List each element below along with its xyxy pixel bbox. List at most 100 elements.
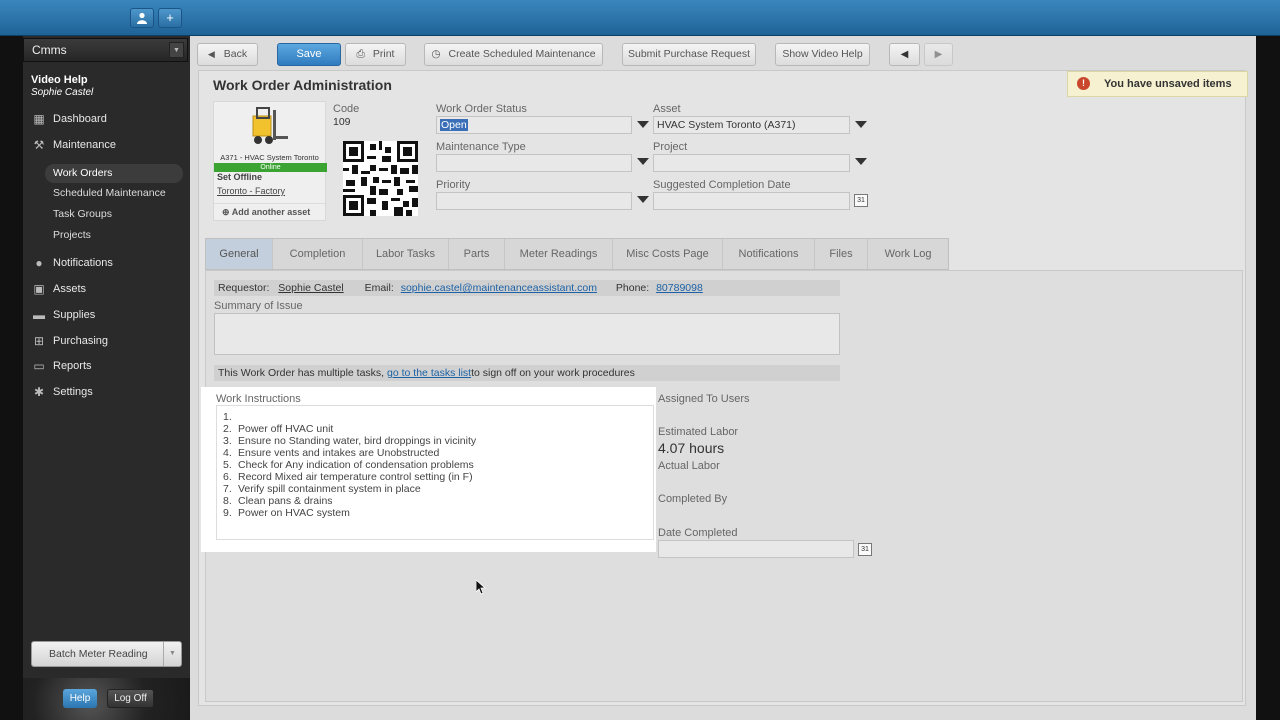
chevron-down-icon[interactable] [637, 121, 649, 128]
tab-meter-readings[interactable]: Meter Readings [505, 239, 613, 269]
priority-select[interactable] [436, 192, 632, 210]
arrow-left-icon: ◀ [207, 49, 215, 59]
list-item: 5. Check for Any indication of condensati… [223, 459, 474, 471]
tab-work-log[interactable]: Work Log [868, 239, 948, 269]
list-item: 3. Ensure no Standing water, bird droppin… [223, 435, 477, 447]
add-asset-button[interactable]: ⊕ Add another asset [214, 203, 325, 220]
project-select[interactable] [653, 154, 850, 172]
list-item: 7. Verify spill containment system in pla… [223, 483, 421, 495]
tab-notifications[interactable]: Notifications [723, 239, 815, 269]
sidebar-item-label: Reports [53, 360, 92, 372]
sidebar-item-notifications[interactable]: ● Notifications [23, 252, 190, 274]
app-select[interactable]: Cmms ▼ [23, 38, 188, 62]
code-value: 109 [333, 116, 351, 128]
assigned-users-label: Assigned To Users [658, 393, 750, 405]
save-button[interactable]: Save [277, 43, 341, 66]
set-offline-link[interactable]: Set Offline [217, 172, 262, 182]
log-off-button[interactable]: Log Off [107, 689, 154, 708]
truck-icon: ▬ [33, 308, 45, 322]
sidebar-sub-scheduled-maintenance[interactable]: Scheduled Maintenance [45, 184, 183, 203]
wrench-icon: ⚒ [33, 138, 45, 152]
home-icon: ▦ [33, 112, 45, 126]
back-button[interactable]: ◀ Back [197, 43, 258, 66]
sidebar-item-settings[interactable]: ✱ Settings [23, 381, 190, 403]
sidebar-item-assets[interactable]: ▣ Assets [23, 278, 190, 300]
create-sched-label: Create Scheduled Maintenance [448, 48, 596, 60]
add-icon[interactable]: + [158, 8, 182, 28]
help-button[interactable]: Help [63, 689, 97, 708]
mouse-cursor-icon [476, 580, 486, 595]
back-label: Back [223, 48, 248, 60]
batch-meter-label: Batch Meter Reading [49, 648, 148, 660]
maintenance-type-select[interactable] [436, 154, 632, 172]
sidebar-sub-work-orders[interactable]: Work Orders [45, 164, 183, 183]
tab-general[interactable]: General [206, 239, 273, 269]
date-completed-input[interactable] [658, 540, 854, 558]
create-scheduled-maintenance-button[interactable]: ◷ Create Scheduled Maintenance [424, 43, 603, 66]
completion-date-input[interactable] [653, 192, 850, 210]
chevron-down-icon[interactable] [855, 121, 867, 128]
sidebar-item-label: Supplies [53, 309, 96, 321]
left-frame [0, 36, 24, 720]
phone-link[interactable]: 80789098 [656, 282, 703, 294]
sidebar-item-label: Maintenance [53, 139, 116, 151]
tab-misc-costs[interactable]: Misc Costs Page [613, 239, 723, 269]
actual-labor-label: Actual Labor [658, 460, 720, 472]
status-select[interactable]: Open [436, 116, 632, 134]
status-label: Work Order Status [436, 103, 527, 115]
unsaved-text: You have unsaved items [1104, 78, 1232, 90]
sidebar-item-purchasing[interactable]: ⊞ Purchasing [23, 330, 190, 352]
chevron-down-icon[interactable] [855, 158, 867, 165]
print-button[interactable]: ⎙ Print [345, 43, 406, 66]
requestor-bar: Requestor: Sophie Castel Email: sophie.c… [214, 280, 840, 296]
right-frame [1256, 36, 1280, 720]
estimated-labor-value: 4.07 hours [658, 440, 725, 456]
code-label: Code [333, 103, 360, 115]
priority-label: Priority [436, 179, 471, 191]
tab-completion[interactable]: Completion [273, 239, 363, 269]
asset-select[interactable]: HVAC System Toronto (A371) [653, 116, 850, 134]
chevron-down-icon[interactable] [637, 196, 649, 203]
list-item: 1. [223, 411, 232, 423]
tab-parts[interactable]: Parts [449, 239, 505, 269]
list-item: 9. Power on HVAC system [223, 507, 350, 519]
asset-location-link[interactable]: Toronto - Factory [217, 186, 285, 196]
chart-icon: ▭ [33, 359, 45, 373]
tab-labor-tasks[interactable]: Labor Tasks [363, 239, 449, 269]
sidebar-item-supplies[interactable]: ▬ Supplies [23, 304, 190, 326]
user-icon[interactable] [130, 8, 154, 28]
batch-meter-reading-button[interactable]: Batch Meter Reading ▼ [31, 641, 182, 667]
chevron-down-icon: ▼ [163, 642, 181, 666]
asset-status-badge: Online [214, 163, 327, 172]
requestor-label: Requestor: [218, 282, 270, 294]
summary-textarea[interactable] [214, 313, 840, 355]
printer-icon: ⎙ [356, 48, 365, 60]
tasks-list-link[interactable]: go to the tasks list [387, 367, 471, 379]
list-item: 8. Clean pans & drains [223, 495, 333, 507]
calendar-icon[interactable]: 31 [858, 543, 872, 556]
page-title: Work Order Administration [213, 77, 392, 93]
sidebar-sub-projects[interactable]: Projects [45, 226, 183, 245]
submit-purchase-request-button[interactable]: Submit Purchase Request [622, 43, 756, 66]
list-item: 4. Ensure vents and intakes are Unobstruc… [223, 447, 440, 459]
requestor-link[interactable]: Sophie Castel [278, 282, 343, 294]
tasks-note-suffix: to sign off on your work procedures [471, 367, 635, 379]
sidebar-item-reports[interactable]: ▭ Reports [23, 355, 190, 377]
sidebar-sub-task-groups[interactable]: Task Groups [45, 205, 183, 224]
sidebar-item-maintenance[interactable]: ⚒ Maintenance [23, 134, 190, 156]
qr-code [343, 141, 418, 216]
sidebar-item-dashboard[interactable]: ▦ Dashboard [23, 108, 190, 130]
next-record-button[interactable]: ▶ [924, 43, 953, 66]
completion-date-label: Suggested Completion Date [653, 179, 791, 191]
phone-label: Phone: [615, 282, 650, 294]
email-link[interactable]: sophie.castel@maintenanceassistant.com [401, 282, 597, 294]
top-bar [0, 0, 1280, 36]
show-video-help-button[interactable]: Show Video Help [775, 43, 870, 66]
tab-files[interactable]: Files [815, 239, 868, 269]
calendar-icon[interactable]: 31 [854, 194, 868, 207]
sidebar-item-label: Purchasing [53, 335, 109, 347]
prev-record-button[interactable]: ◀ [889, 43, 920, 66]
list-item: 2. Power off HVAC unit [223, 423, 334, 435]
unsaved-notice: ! You have unsaved items [1067, 71, 1248, 97]
chevron-down-icon[interactable] [637, 158, 649, 165]
